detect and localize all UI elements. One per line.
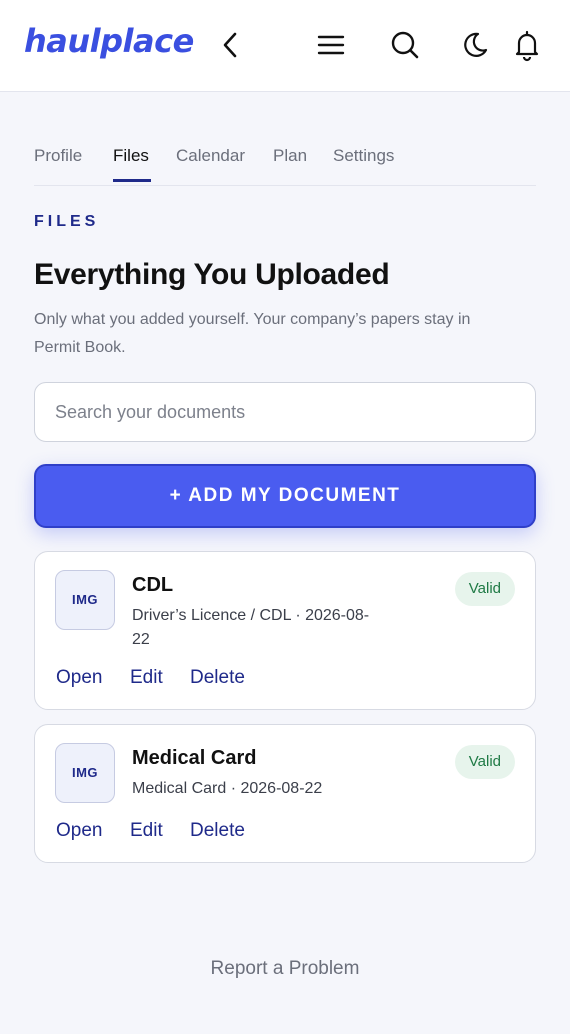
tab-plan[interactable]: Plan <box>273 146 307 182</box>
top-bar: haulplace <box>0 0 570 92</box>
document-meta: Medical Card · 2026-08-22 <box>132 780 323 797</box>
report-problem-link[interactable]: Report a Problem <box>0 958 570 980</box>
section-label: FILES <box>34 213 100 230</box>
document-card: IMG Medical Card Medical Card · 2026-08-… <box>34 724 536 863</box>
search-icon[interactable] <box>388 28 422 62</box>
tab-profile[interactable]: Profile <box>34 146 82 182</box>
document-title: CDL <box>132 574 174 596</box>
search-input[interactable] <box>34 382 536 442</box>
delete-link[interactable]: Delete <box>190 667 245 689</box>
hamburger-menu-icon[interactable] <box>314 28 348 62</box>
status-badge: Valid <box>454 745 515 779</box>
haulplace-logo[interactable]: haulplace <box>24 22 194 60</box>
document-card: IMG CDL Driver’s Licence / CDL · 2026-08… <box>34 551 536 710</box>
open-link[interactable]: Open <box>56 820 102 842</box>
profile-tabs: Profile Files Calendar Plan Settings <box>34 146 536 186</box>
moon-icon[interactable] <box>458 28 492 62</box>
document-meta: Driver’s Licence / CDL · 2026-08-22 <box>132 607 370 648</box>
bell-icon[interactable] <box>510 28 544 62</box>
chevron-left-icon[interactable] <box>214 28 248 62</box>
image-thumbnail: IMG <box>55 570 115 630</box>
tab-settings[interactable]: Settings <box>333 146 394 182</box>
edit-link[interactable]: Edit <box>130 667 163 689</box>
edit-link[interactable]: Edit <box>130 820 163 842</box>
delete-link[interactable]: Delete <box>190 820 245 842</box>
document-title: Medical Card <box>132 747 257 769</box>
image-thumbnail: IMG <box>55 743 115 803</box>
tab-calendar[interactable]: Calendar <box>176 146 245 182</box>
active-tab-indicator <box>113 179 151 182</box>
status-badge: Valid <box>454 572 515 606</box>
tab-files[interactable]: Files <box>113 146 149 182</box>
add-document-button[interactable]: + ADD MY DOCUMENT <box>34 464 536 528</box>
open-link[interactable]: Open <box>56 667 102 689</box>
page-subtitle: Only what you added yourself. Your compa… <box>34 311 471 356</box>
page-title: Everything You Uploaded <box>34 258 390 291</box>
